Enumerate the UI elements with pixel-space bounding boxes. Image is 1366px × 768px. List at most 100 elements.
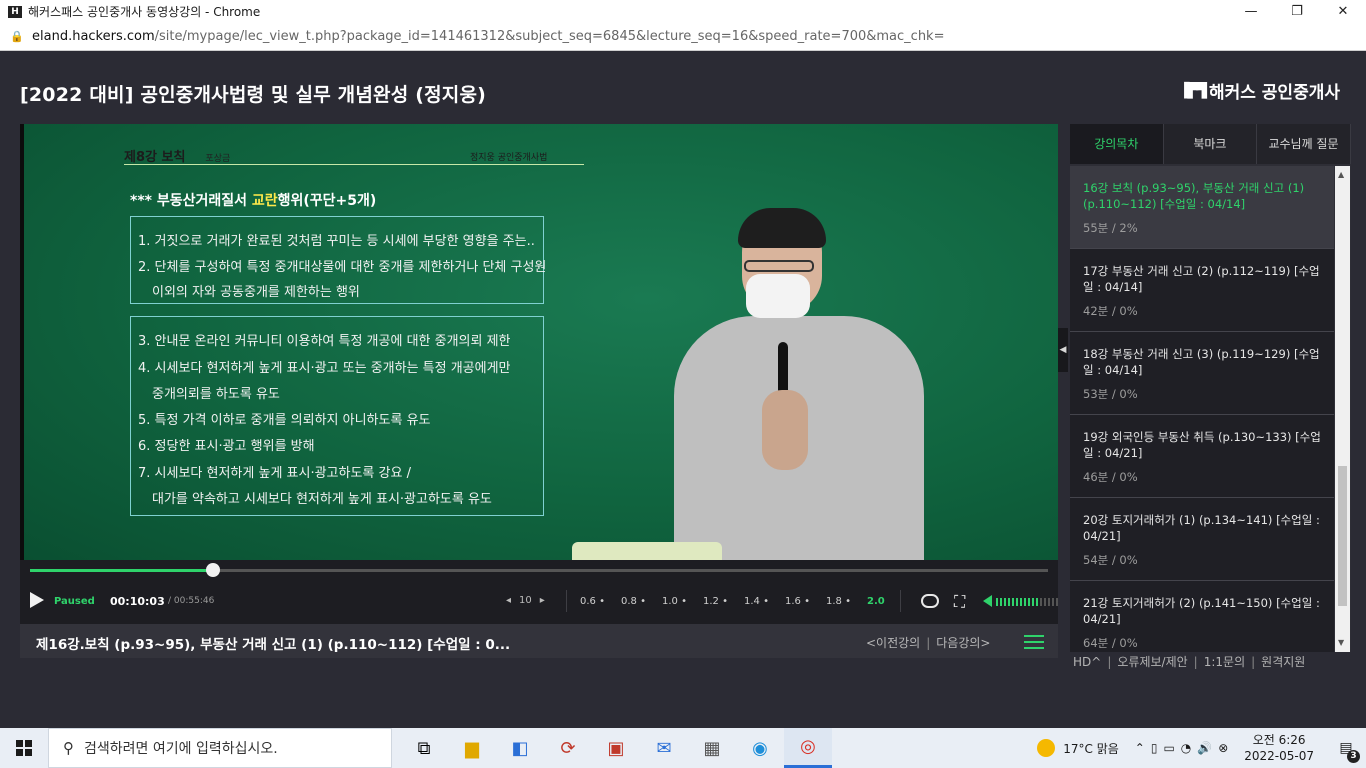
chrome-icon[interactable]: ◎: [784, 728, 832, 768]
lecturer-hand: [762, 390, 808, 470]
speed-option[interactable]: 1.2 •: [703, 596, 744, 607]
slide-line-9: 7. 시세보다 현저하게 높게 표시·광고하도록 강요 /: [138, 466, 411, 481]
lecturer-glasses: [744, 260, 814, 272]
brand-name: 해커스 공인중개사: [1208, 83, 1340, 103]
tab-lecture-list[interactable]: 강의목차: [1070, 124, 1164, 164]
lock-icon[interactable]: 🔒: [10, 30, 24, 43]
url-host: eland.hackers.com: [32, 29, 155, 44]
volume-level-bar: [1044, 598, 1046, 606]
list-item[interactable]: 20강 토지거래허가 (1) (p.134~141) [수업일 : 04/21]…: [1070, 498, 1334, 581]
volume-level-bar: [1012, 598, 1014, 606]
volume-slider[interactable]: [996, 598, 1058, 606]
speed-option[interactable]: 2.0: [867, 596, 908, 607]
link-separator: |: [1251, 655, 1256, 669]
lecture-title: 17강 부동산 거래 신고 (2) (p.112~119) [수업일 : 04/…: [1083, 264, 1320, 294]
search-icon: ⚲: [63, 739, 74, 757]
slide-divider: [124, 164, 584, 165]
list-item[interactable]: 16강 보칙 (p.93~95), 부동산 거래 신고 (1) (p.110~1…: [1070, 166, 1334, 249]
slide-header: 제8강 보칙 포상금: [124, 146, 230, 165]
clock[interactable]: 오전 6:26 2022-05-07: [1244, 732, 1314, 764]
restore-icon[interactable]: ❐: [1274, 0, 1320, 23]
volume-level-bar: [1020, 598, 1022, 606]
scrollbar-thumb[interactable]: [1338, 466, 1347, 606]
skip-forward-icon[interactable]: ▸: [540, 595, 545, 606]
collapse-panel-icon[interactable]: ◀: [1058, 328, 1068, 372]
speed-option[interactable]: 1.6 •: [785, 596, 826, 607]
list-item[interactable]: 21강 토지거래허가 (2) (p.141~150) [수업일 : 04/21]…: [1070, 581, 1334, 652]
repeat-icon[interactable]: [921, 594, 939, 608]
tab-bookmark[interactable]: 북마크: [1163, 124, 1258, 164]
taskbar-search[interactable]: ⚲ 검색하려면 여기에 입력하십시오.: [48, 728, 392, 768]
lecturer-mask: [746, 274, 810, 318]
lecture-meta: 55분 / 2%: [1083, 221, 1138, 235]
play-icon[interactable]: [30, 592, 44, 608]
lecture-meta: 64분 / 0%: [1083, 636, 1138, 650]
progress-handle[interactable]: [206, 563, 221, 577]
volume-level-bar: [1004, 598, 1006, 606]
scroll-down-icon[interactable]: ▼: [1338, 638, 1344, 647]
list-item[interactable]: 17강 부동산 거래 신고 (2) (p.112~119) [수업일 : 04/…: [1070, 249, 1334, 332]
slide-line-1: 1. 거짓으로 거래가 완료된 것처럼 꾸미는 등 시세에 부당한 영향을 주는…: [138, 234, 535, 249]
weather-sun-icon[interactable]: [1037, 739, 1056, 757]
brand-logo: ▐▛▜ 해커스 공인중개사: [1179, 78, 1340, 104]
skip-seconds: 10: [519, 595, 532, 606]
slide-line-2: 2. 단체를 구성하여 특정 중개대상물에 대한 중개를 제한하거나 단체 구성…: [138, 260, 547, 275]
address-bar[interactable]: 🔒 eland.hackers.com/site/mypage/lec_view…: [0, 23, 1366, 51]
speed-option[interactable]: 0.6 •: [580, 596, 621, 607]
link-separator: |: [1193, 655, 1198, 669]
window-titlebar: H 해커스패스 공인중개사 동영상강의 - Chrome — ❐ ✕: [0, 0, 1366, 23]
speed-option[interactable]: 0.8 •: [621, 596, 662, 607]
edge-icon[interactable]: ◉: [736, 728, 784, 768]
volume-icon[interactable]: [983, 595, 992, 607]
slide-line-5: 4. 시세보다 현저하게 높게 표시·광고 또는 중개하는 특정 개공에게만: [138, 361, 511, 376]
volume-level-bar: [1040, 598, 1042, 606]
lecture-meta: 42분 / 0%: [1083, 304, 1138, 318]
mail-icon[interactable]: ✉: [640, 728, 688, 768]
weather-text[interactable]: 17°C 맑음: [1063, 740, 1119, 757]
skip-back-icon[interactable]: ◂: [506, 595, 511, 606]
calculator-icon[interactable]: ▦: [688, 728, 736, 768]
minimize-icon[interactable]: —: [1228, 0, 1274, 23]
scroll-up-icon[interactable]: ▲: [1338, 170, 1344, 179]
list-item[interactable]: 19강 외국인등 부동산 취득 (p.130~133) [수업일 : 04/21…: [1070, 415, 1334, 498]
list-item[interactable]: 18강 부동산 거래 신고 (3) (p.119~129) [수업일 : 04/…: [1070, 332, 1334, 415]
video-player[interactable]: 제8강 보칙 포상금 정지웅 공인중개사법 *** 부동산거래질서 교란행위(꾸단…: [20, 124, 1058, 560]
panel-tabs: 강의목차 북마크 교수님께 질문: [1070, 124, 1351, 164]
close-icon[interactable]: ✕: [1320, 0, 1366, 23]
next-lecture-link[interactable]: 다음강의>: [936, 636, 990, 650]
error-report-link[interactable]: 오류제보/제안: [1117, 655, 1187, 669]
notification-icon[interactable]: ▤ 3: [1326, 740, 1366, 763]
lecture-nav: <이전강의 | 다음강의>: [866, 634, 990, 651]
remote-support-link[interactable]: 원격지원: [1261, 655, 1305, 669]
speed-option[interactable]: 1.0 •: [662, 596, 703, 607]
start-button[interactable]: [0, 728, 48, 768]
speed-option[interactable]: 1.8 •: [826, 596, 867, 607]
menu-icon[interactable]: [1024, 635, 1044, 653]
course-title: [2022 대비] 공인중개사법령 및 실무 개념완성 (정지웅): [20, 84, 487, 106]
lecture-list-scrollbar[interactable]: ▲ ▼: [1335, 166, 1350, 652]
prev-lecture-link[interactable]: <이전강의: [866, 636, 920, 650]
store-icon[interactable]: ◧: [496, 728, 544, 768]
tray-system-icons[interactable]: ⌃▯▭◔🔊⊗: [1135, 741, 1234, 755]
inquiry-link[interactable]: 1:1문의: [1204, 655, 1245, 669]
volume-level-bar: [1052, 598, 1054, 606]
speed-option[interactable]: 1.4 •: [744, 596, 785, 607]
system-tray: 17°C 맑음 ⌃▯▭◔🔊⊗ 오전 6:26 2022-05-07 ▤ 3: [1037, 728, 1366, 768]
hd-toggle-link[interactable]: HD^: [1073, 655, 1101, 669]
app-photo-icon[interactable]: ▣: [592, 728, 640, 768]
side-panel: 강의목차 북마크 교수님께 질문 16강 보칙 (p.93~95), 부동산 거…: [1070, 124, 1351, 652]
lecture-title: 19강 외국인등 부동산 취득 (p.130~133) [수업일 : 04/21…: [1083, 430, 1321, 460]
slide-line-6: 중개의뢰를 하도록 유도: [152, 387, 280, 402]
slide-brand: 정지웅 공인중개사법: [470, 153, 548, 163]
current-time: 00:10:03: [110, 595, 165, 608]
fullscreen-icon[interactable]: ⛶: [954, 592, 965, 612]
slide-heading: *** 부동산거래질서 교란행위(꾸단+5개): [130, 190, 376, 210]
volume-level-bar: [996, 598, 998, 606]
lecture-title: 16강 보칙 (p.93~95), 부동산 거래 신고 (1) (p.110~1…: [1083, 181, 1305, 211]
clock-date: 2022-05-07: [1244, 749, 1314, 763]
task-view-icon[interactable]: ⧉: [400, 728, 448, 768]
app-refresh-icon[interactable]: ⟳: [544, 728, 592, 768]
volume-level-bar: [1036, 598, 1038, 606]
tab-ask-professor[interactable]: 교수님께 질문: [1257, 124, 1351, 164]
file-explorer-icon[interactable]: ▆: [448, 728, 496, 768]
